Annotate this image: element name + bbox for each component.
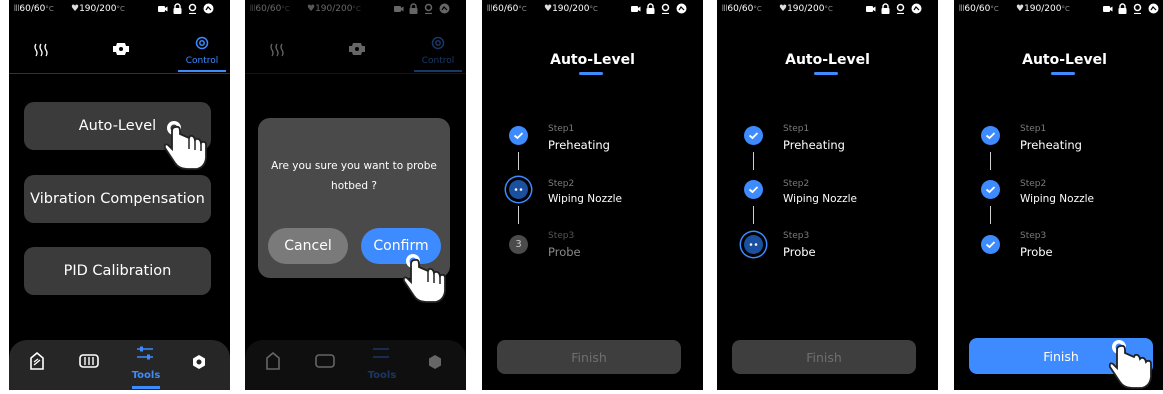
page-title: Auto-Level bbox=[785, 52, 870, 68]
page-title: Auto-Level bbox=[1022, 52, 1107, 68]
step1-done-icon bbox=[509, 126, 528, 145]
title-underline bbox=[814, 72, 838, 75]
status-bar: ꔖ60/60°C ♥190/200°C bbox=[717, 0, 938, 18]
tap-hand-icon bbox=[1108, 340, 1152, 389]
heat-icon bbox=[34, 43, 48, 57]
step1-title: Preheating bbox=[783, 138, 845, 152]
control-gear-icon bbox=[195, 36, 209, 50]
print-icon bbox=[30, 352, 44, 370]
tab-control-label: Control bbox=[185, 56, 219, 66]
cancel-button[interactable]: Cancel bbox=[268, 228, 348, 264]
camera-icon bbox=[158, 6, 168, 12]
step2-label: Step2 bbox=[548, 179, 575, 189]
control-screen: ꔖ60/60°C ♥190/200°C Control Auto-Level V… bbox=[9, 0, 230, 390]
lock-icon bbox=[881, 3, 890, 14]
lock-icon bbox=[646, 3, 655, 14]
divider bbox=[9, 73, 230, 74]
step-connector bbox=[990, 206, 991, 224]
bed-temp-icon: ♥ bbox=[779, 4, 788, 14]
tap-hand-icon bbox=[163, 121, 207, 170]
top-tabs: Control bbox=[9, 30, 230, 74]
cloud-icon bbox=[911, 3, 922, 14]
step2-label: Step2 bbox=[783, 179, 810, 189]
nav-tools-label: Tools bbox=[131, 370, 161, 381]
cloud-icon bbox=[203, 3, 214, 14]
cloud-icon bbox=[676, 3, 687, 14]
step1-title: Preheating bbox=[548, 138, 610, 152]
tab-underline bbox=[178, 70, 226, 72]
status-bar: ꔖ60/60°C ♥190/200°C bbox=[9, 0, 230, 18]
finish-button[interactable]: Finish bbox=[732, 340, 916, 374]
camera-icon bbox=[1103, 6, 1113, 12]
step1-label: Step1 bbox=[783, 124, 810, 134]
finish-button[interactable]: Finish bbox=[497, 340, 681, 374]
bed-temp-icon: ♥ bbox=[544, 4, 553, 14]
step2-label: Step2 bbox=[1020, 179, 1047, 189]
auto-level-screen-step3: ꔖ60/60°C ♥190/200°C Auto-Level Step1 Pre… bbox=[717, 0, 938, 390]
step2-title: Wiping Nozzle bbox=[1020, 193, 1094, 205]
location-icon bbox=[188, 3, 197, 14]
tab-fan[interactable] bbox=[97, 30, 145, 74]
step3-title: Probe bbox=[1020, 245, 1053, 259]
tools-icon bbox=[137, 346, 153, 360]
confirm-screen: ꔖ60/60°C ♥190/200°C Control Tools bbox=[245, 0, 466, 390]
step3-label: Step3 bbox=[1020, 231, 1047, 241]
location-icon bbox=[896, 3, 905, 14]
fan-icon bbox=[113, 43, 129, 55]
step1-done-icon bbox=[981, 126, 1000, 145]
step1-label: Step1 bbox=[1020, 124, 1047, 134]
nozzle-temp: ꔖ60/60°C bbox=[14, 4, 54, 14]
auto-level-screen-complete: ꔖ60/60°C ♥190/200°C Auto-Level Step1 Pre… bbox=[954, 0, 1163, 390]
step3-done-icon bbox=[981, 235, 1000, 254]
step2-active-icon bbox=[509, 180, 528, 199]
location-icon bbox=[661, 3, 670, 14]
step2-title: Wiping Nozzle bbox=[783, 193, 857, 205]
step-connector bbox=[990, 152, 991, 170]
step-connector bbox=[753, 152, 754, 170]
step-connector bbox=[518, 152, 519, 170]
step3-title: Probe bbox=[783, 245, 816, 259]
tab-heat[interactable] bbox=[17, 30, 65, 74]
cloud-icon bbox=[1148, 3, 1159, 14]
step1-label: Step1 bbox=[548, 124, 575, 134]
step1-title: Preheating bbox=[1020, 138, 1082, 152]
step3-active-icon bbox=[744, 235, 763, 254]
settings-icon bbox=[193, 355, 205, 369]
bottom-nav: Tools bbox=[9, 340, 230, 390]
tab-control[interactable]: Control bbox=[178, 30, 226, 74]
step3-label: Step3 bbox=[548, 231, 575, 241]
step-connector bbox=[753, 206, 754, 224]
title-underline bbox=[579, 72, 603, 75]
step3-pending-icon: 3 bbox=[509, 235, 528, 254]
nav-underline bbox=[132, 386, 160, 389]
lock-icon bbox=[173, 3, 182, 14]
page-title: Auto-Level bbox=[550, 52, 635, 68]
filament-icon bbox=[79, 354, 99, 368]
step3-label: Step3 bbox=[783, 231, 810, 241]
lock-icon bbox=[1118, 3, 1127, 14]
step-connector bbox=[518, 206, 519, 224]
status-bar: ꔖ60/60°C ♥190/200°C bbox=[482, 0, 703, 18]
step1-done-icon bbox=[744, 126, 763, 145]
step3-title: Probe bbox=[548, 245, 581, 259]
status-bar: ꔖ60/60°C ♥190/200°C bbox=[954, 0, 1163, 18]
pid-calibration-button[interactable]: PID Calibration bbox=[24, 247, 211, 295]
step2-done-icon bbox=[744, 180, 763, 199]
dialog-message: Are you sure you want to probe hotbed ? bbox=[271, 160, 437, 192]
location-icon bbox=[1133, 3, 1142, 14]
auto-level-screen-step2: ꔖ60/60°C ♥190/200°C Auto-Level 3 Step1 P… bbox=[482, 0, 703, 390]
bed-temp-icon: ♥ bbox=[71, 4, 80, 14]
vibration-compensation-button[interactable]: Vibration Compensation bbox=[24, 175, 211, 223]
tap-hand-icon bbox=[402, 254, 446, 303]
step2-done-icon bbox=[981, 180, 1000, 199]
title-underline bbox=[1051, 72, 1075, 75]
bed-temp: ♥190/200°C bbox=[71, 4, 125, 14]
camera-icon bbox=[866, 6, 876, 12]
bed-temp-icon: ♥ bbox=[1016, 4, 1025, 14]
step2-title: Wiping Nozzle bbox=[548, 193, 622, 205]
camera-icon bbox=[631, 6, 641, 12]
